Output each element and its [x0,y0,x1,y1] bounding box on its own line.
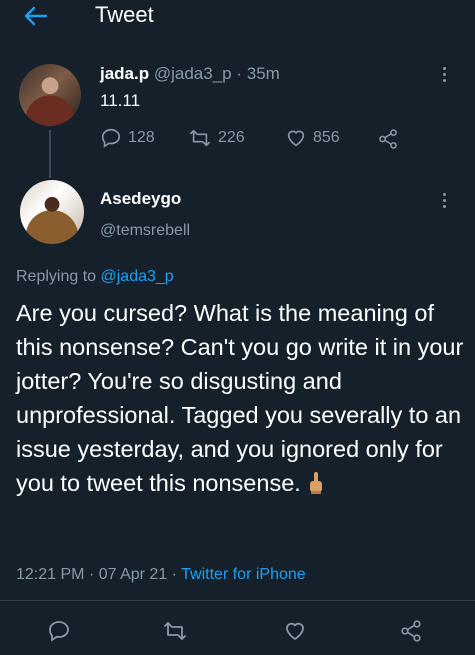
like-action[interactable]: 856 [285,127,340,149]
author-name[interactable]: Asedeygo [100,189,181,209]
author-name[interactable]: jada.p [100,64,149,83]
separator-dot: · [236,64,243,83]
like-count: 856 [313,129,340,146]
avatar[interactable] [19,64,81,126]
back-arrow-icon[interactable] [22,4,50,28]
more-options-icon[interactable] [441,190,447,212]
reply-action[interactable]: 128 [100,127,155,149]
reply-icon[interactable] [46,618,72,644]
heart-icon [287,130,305,147]
reply-icon [101,128,121,148]
top-bar: Tweet [0,0,475,36]
share-icon [379,129,397,149]
replying-to-handle[interactable]: @jada3_p [101,268,174,285]
retweet-icon[interactable] [162,618,188,644]
thread-connector [49,130,51,178]
reply-count: 128 [128,129,155,146]
tweet-text: Are you cursed? What is the meaning of t… [16,300,464,496]
author-handle[interactable]: @temsrebell [100,222,190,240]
replying-to-line: Replying to @jada3_p [16,268,174,286]
tweet-date: 07 Apr 21 [98,566,168,583]
retweet-icon [190,129,210,147]
tweet-source[interactable]: Twitter for iPhone [181,566,306,583]
separator-dot: · [88,566,95,583]
separator-dot: · [171,566,177,583]
share-action[interactable] [376,128,400,150]
retweet-count: 226 [218,129,245,146]
page-title: Tweet [95,2,154,27]
replying-to-label: Replying to [16,268,97,285]
middle-finger-emoji-icon [309,472,322,494]
tweet-action-bar [0,604,475,655]
tweet-author-line: jada.p @jada3_p · 35m [100,64,280,84]
author-handle[interactable]: @jada3_p [154,64,232,83]
divider [0,600,475,601]
tweet-text: 11.11 [100,91,141,110]
heart-icon[interactable] [282,618,308,644]
retweet-action[interactable]: 226 [188,127,245,149]
tweet-body: Are you cursed? What is the meaning of t… [16,296,466,500]
avatar[interactable] [20,180,84,244]
tweet-time: 12:21 PM [16,566,85,583]
share-icon[interactable] [398,618,424,644]
more-options-icon[interactable] [441,64,447,86]
tweet-time[interactable]: 35m [247,64,280,83]
tweet-meta: 12:21 PM · 07 Apr 21 · Twitter for iPhon… [16,566,306,584]
